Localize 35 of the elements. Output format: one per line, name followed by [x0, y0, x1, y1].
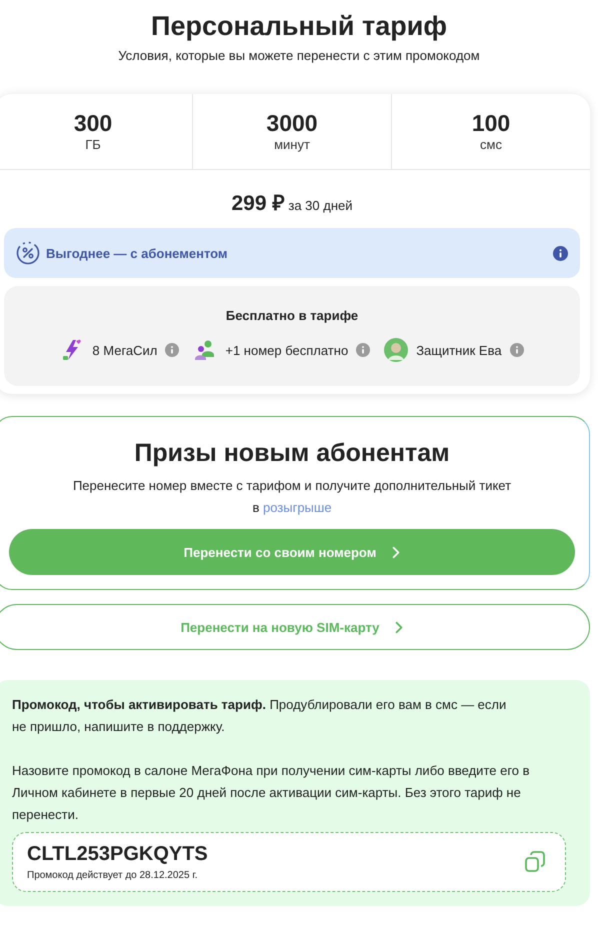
- stat-value: 3000: [266, 109, 318, 137]
- new-sim-button[interactable]: Перенести на новую SIM-карту: [0, 604, 590, 650]
- page-title: Персональный тариф: [150, 10, 448, 42]
- info-icon[interactable]: [553, 246, 568, 260]
- prizes-text: Перенесите номер вместе с тарифом и получите дополнительный тикет: [72, 477, 512, 495]
- prizes-text: в: [252, 500, 260, 515]
- banner-text: Выгоднее — с абонементом: [46, 246, 229, 260]
- price: 299 ₽: [231, 191, 284, 216]
- transfer-number-button[interactable]: Перенести со своим номером: [9, 529, 575, 575]
- perk-label: 8 МегаСил: [92, 342, 158, 358]
- page-subtitle: Условия, которые вы можете перенести с этим промокодом: [117, 47, 481, 65]
- perk-label: +1 номер бесплатно: [225, 342, 348, 358]
- promo-text: Назовите промокод в салоне МегаФона при получении сим-карты либо введите его в Личном кабинете в первые 20 дней после активации сим-карты. Без этого тариф не перенести.: [12, 762, 531, 824]
- stat-unit: минут: [274, 137, 310, 153]
- stat-unit: ГБ: [85, 137, 101, 153]
- avatar-icon: [384, 338, 408, 362]
- promo-code: CLTL253PGKQYTS: [27, 843, 208, 866]
- free-title: Бесплатно в тарифе: [224, 308, 360, 323]
- prizes-title: Призы новым абонентам: [133, 438, 451, 469]
- stat-value: 100: [472, 109, 510, 137]
- info-icon[interactable]: [356, 343, 370, 357]
- price-period: за 30 дней: [288, 198, 352, 213]
- info-icon[interactable]: [165, 343, 180, 357]
- perk-label: Защитник Ева: [416, 342, 502, 358]
- stat-unit: смс: [480, 137, 502, 153]
- promo-text: Промокод, чтобы активировать тариф. Продублировали его вам в смс — если не пришло, напишите в поддержку.: [12, 696, 508, 736]
- percent-icon: [16, 241, 40, 265]
- chevron-right-icon: [395, 620, 404, 634]
- chevron-right-icon: [392, 546, 400, 558]
- subscription-banner[interactable]: Выгоднее — с абонементом: [4, 228, 580, 278]
- promo-validity: Промокод действует до 28.12.2025 г.: [27, 870, 199, 881]
- raffle-link[interactable]: розыгрыше: [262, 500, 332, 515]
- info-icon[interactable]: [510, 343, 524, 357]
- copy-icon[interactable]: [523, 850, 547, 874]
- stat-value: 300: [74, 109, 112, 137]
